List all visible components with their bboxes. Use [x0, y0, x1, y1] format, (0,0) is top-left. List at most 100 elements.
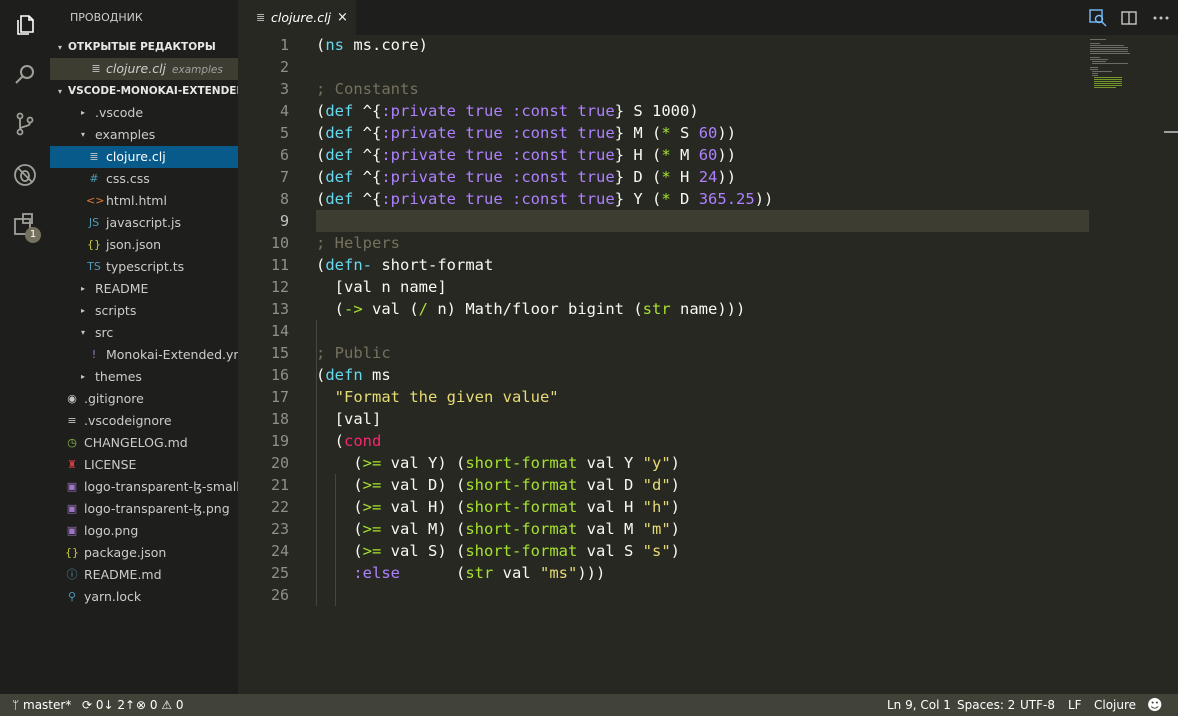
- clojure-file-icon: ≣: [256, 11, 266, 24]
- code-token: (: [316, 146, 326, 164]
- code-line[interactable]: (def ^{:private true :const true} H (* M…: [316, 144, 1089, 166]
- code-line[interactable]: ; Helpers: [316, 232, 1089, 254]
- code-line[interactable]: (>= val M) (short-format val M "m"): [316, 518, 1089, 540]
- folder-item[interactable]: ▸ scripts: [50, 300, 238, 322]
- folder-item[interactable]: ▸ README: [50, 278, 238, 300]
- html-file-icon: <>: [86, 194, 105, 207]
- code-line[interactable]: (>= val D) (short-format val D "d"): [316, 474, 1089, 496]
- code-line[interactable]: (>= val H) (short-format val H "h"): [316, 496, 1089, 518]
- more-actions-icon[interactable]: [1151, 8, 1171, 28]
- project-header[interactable]: ▾ VSCODE-MONOKAI-EXTENDED: [50, 80, 238, 102]
- file-item[interactable]: {} package.json: [50, 542, 238, 564]
- code-line[interactable]: :else (str val "ms"))): [316, 562, 1089, 584]
- item-label: .vscodeignore: [84, 413, 172, 428]
- code-token: short-format: [465, 454, 578, 472]
- yarn-file-icon: ⚲: [67, 590, 77, 603]
- file-item[interactable]: <> html.html: [50, 190, 238, 212]
- git-file-icon: ◉: [67, 392, 77, 405]
- open-editor-item[interactable]: ≣ clojure.clj examples: [50, 58, 238, 80]
- folder-item[interactable]: ▸ themes: [50, 366, 238, 388]
- code-line[interactable]: [316, 584, 1089, 606]
- vertical-scrollbar[interactable]: [1164, 34, 1178, 694]
- code-line[interactable]: (-> val (/ n) Math/floor bigint (str nam…: [316, 298, 1089, 320]
- file-item[interactable]: ◷ CHANGELOG.md: [50, 432, 238, 454]
- code-line[interactable]: (defn ms: [316, 364, 1089, 386]
- file-item[interactable]: ≡ .vscodeignore: [50, 410, 238, 432]
- code-line[interactable]: (>= val S) (short-format val S "s"): [316, 540, 1089, 562]
- code-line[interactable]: (defn- short-format: [316, 254, 1089, 276]
- code-line[interactable]: (cond: [316, 430, 1089, 452]
- code-token: (: [316, 168, 326, 186]
- split-editor-icon[interactable]: [1119, 8, 1139, 28]
- file-item[interactable]: {} json.json: [50, 234, 238, 256]
- code-line[interactable]: "Format the given value": [316, 386, 1089, 408]
- file-item[interactable]: ▣ logo.png: [50, 520, 238, 542]
- file-item[interactable]: ♜ LICENSE: [50, 454, 238, 476]
- code-line[interactable]: [316, 210, 1089, 232]
- code-token: ^{: [353, 168, 382, 186]
- branch-indicator[interactable]: ᛘ master*: [12, 694, 71, 716]
- sync-indicator[interactable]: ⟳ 0↓ 2↑: [82, 694, 135, 716]
- problems-indicator[interactable]: ⊗ 0 ⚠ 0: [136, 694, 184, 716]
- item-label: package.json: [84, 545, 167, 560]
- file-item[interactable]: ▣ logo-transparent-ɮ-small...: [50, 476, 238, 498]
- source-control-icon[interactable]: [0, 101, 50, 147]
- extensions-icon[interactable]: [0, 201, 50, 247]
- typescript-file-icon: TS: [87, 260, 101, 273]
- open-editors-header[interactable]: ▾ ОТКРЫТЫЕ РЕДАКТОРЫ: [50, 36, 238, 58]
- open-preview-icon[interactable]: [1088, 8, 1108, 28]
- code-line[interactable]: [val]: [316, 408, 1089, 430]
- indentation[interactable]: Spaces: 2: [957, 694, 1015, 716]
- line-number: 20: [270, 454, 289, 472]
- minimap[interactable]: [1090, 34, 1166, 94]
- image-file-icon: ▣: [66, 480, 78, 493]
- item-label: Monokai-Extended.yml: [106, 347, 238, 362]
- feedback-smiley-icon[interactable]: ☻: [1147, 694, 1163, 716]
- item-label: scripts: [95, 303, 137, 318]
- tab-label: clojure.clj: [271, 10, 332, 25]
- item-label: examples: [95, 127, 156, 142]
- line-ending[interactable]: LF: [1068, 694, 1082, 716]
- file-item[interactable]: ▣ logo-transparent-ɮ.png: [50, 498, 238, 520]
- tab-clojure-clj[interactable]: ≣ clojure.clj ×: [238, 0, 356, 35]
- folder-item[interactable]: ▾ src: [50, 322, 238, 344]
- file-item[interactable]: ⚲ yarn.lock: [50, 586, 238, 608]
- line-number: 11: [270, 256, 289, 274]
- file-item[interactable]: ≣ clojure.clj: [50, 146, 238, 168]
- code-line[interactable]: (>= val Y) (short-format val Y "y"): [316, 452, 1089, 474]
- code-line[interactable]: (ns ms.core): [316, 34, 1089, 56]
- debug-icon[interactable]: [0, 152, 50, 198]
- file-item[interactable]: JS javascript.js: [50, 212, 238, 234]
- javascript-file-icon: JS: [88, 216, 100, 229]
- code-token: true: [577, 168, 615, 186]
- file-item[interactable]: ! Monokai-Extended.yml: [50, 344, 238, 366]
- close-icon[interactable]: ×: [337, 0, 348, 35]
- code-line[interactable]: (def ^{:private true :const true} S 1000…: [316, 100, 1089, 122]
- file-item[interactable]: # css.css: [50, 168, 238, 190]
- code-line[interactable]: (def ^{:private true :const true} M (* S…: [316, 122, 1089, 144]
- cursor-position[interactable]: Ln 9, Col 1: [887, 694, 951, 716]
- code-line[interactable]: [val n name]: [316, 276, 1089, 298]
- file-item[interactable]: ◉ .gitignore: [50, 388, 238, 410]
- code-line[interactable]: ; Constants: [316, 78, 1089, 100]
- search-icon[interactable]: [0, 52, 50, 98]
- code-line[interactable]: [316, 320, 1089, 342]
- item-label: html.html: [106, 193, 167, 208]
- code-content[interactable]: (ns ms.core); Constants (def ^{:private t…: [316, 34, 1089, 606]
- folder-item[interactable]: ▸ .vscode: [50, 102, 238, 124]
- code-line[interactable]: ; Public: [316, 342, 1089, 364]
- code-line[interactable]: (def ^{:private true :const true} Y (* D…: [316, 188, 1089, 210]
- code-token: :const: [512, 124, 569, 142]
- file-item[interactable]: ⓘ README.md: [50, 564, 238, 586]
- folder-item[interactable]: ▾ examples: [50, 124, 238, 146]
- code-line[interactable]: [316, 56, 1089, 78]
- encoding[interactable]: UTF-8: [1020, 694, 1055, 716]
- code-token: } H (: [614, 146, 662, 164]
- code-token: 24: [698, 168, 718, 186]
- code-line[interactable]: (def ^{:private true :const true} D (* H…: [316, 166, 1089, 188]
- explorer-icon[interactable]: [0, 2, 50, 48]
- language-mode[interactable]: Clojure: [1094, 694, 1136, 716]
- file-item[interactable]: TS typescript.ts: [50, 256, 238, 278]
